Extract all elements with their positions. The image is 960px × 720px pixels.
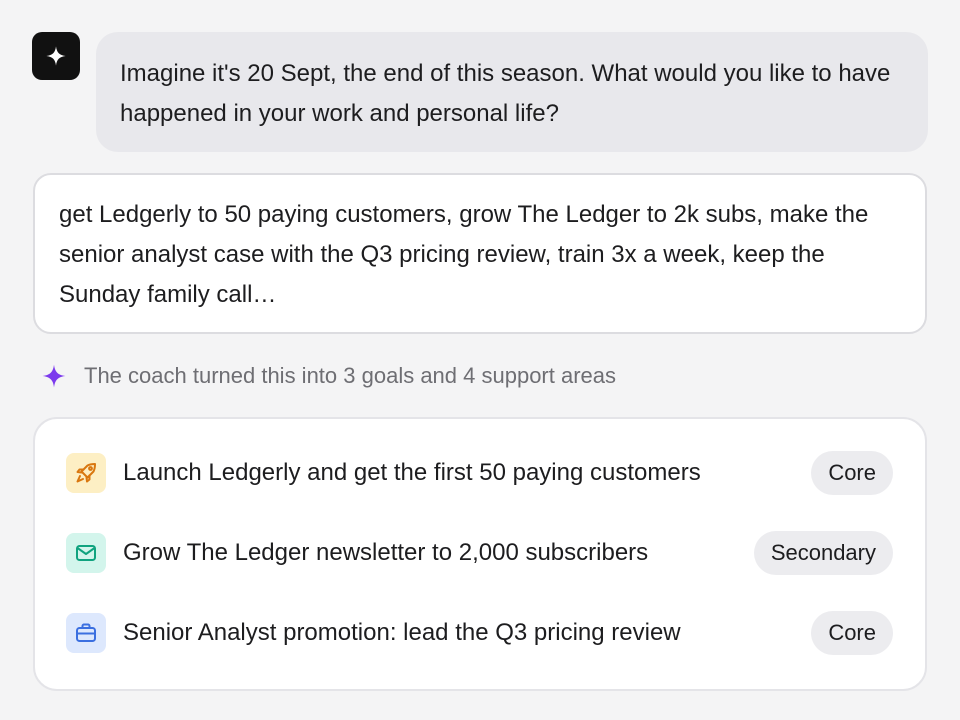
goal-priority-badge: Core [811,451,893,495]
sparkle-icon [40,362,68,390]
sparkle-icon [46,46,66,66]
goals-list: Launch Ledgerly and get the first 50 pay… [33,417,927,691]
briefcase-icon [66,613,106,653]
goal-label: Senior Analyst promotion: lead the Q3 pr… [123,619,681,646]
goal-priority-badge: Secondary [753,531,893,575]
goal-item[interactable]: Senior Analyst promotion: lead the Q3 pr… [35,593,925,673]
coach-prompt-bubble: Imagine it's 20 Sept, the end of this se… [96,32,928,152]
goal-item[interactable]: Launch Ledgerly and get the first 50 pay… [35,433,925,513]
rocket-icon [66,453,106,493]
goal-item[interactable]: Grow The Ledger newsletter to 2,000 subs… [35,513,925,593]
goal-priority-badge: Core [811,611,893,655]
coach-summary-text: The coach turned this into 3 goals and 4… [84,363,617,388]
coach-summary: The coach turned this into 3 goals and 4… [40,356,616,396]
coach-avatar [32,32,80,80]
goal-label: Grow The Ledger newsletter to 2,000 subs… [123,539,649,566]
goal-label: Launch Ledgerly and get the first 50 pay… [123,459,701,486]
user-answer-text: get Ledgerly to 50 paying customers, gro… [59,201,869,308]
coach-prompt-text: Imagine it's 20 Sept, the end of this se… [120,60,891,127]
mail-icon [66,533,106,573]
user-answer-card[interactable]: get Ledgerly to 50 paying customers, gro… [33,173,927,334]
chat-page: Imagine it's 20 Sept, the end of this se… [0,0,960,720]
